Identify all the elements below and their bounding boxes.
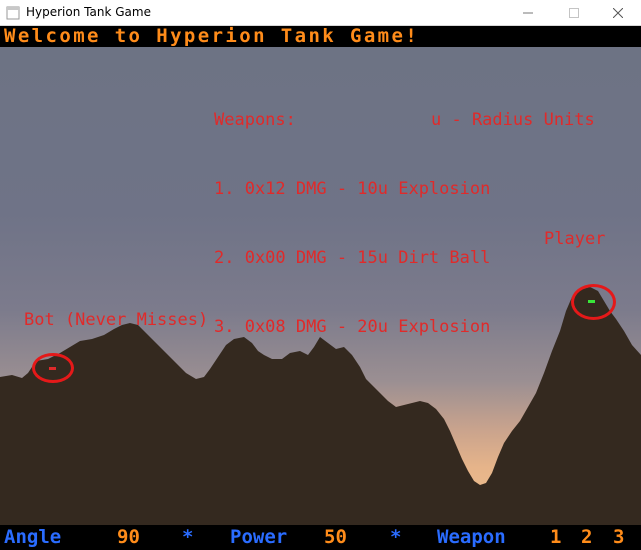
- window-title: Hyperion Tank Game: [26, 5, 151, 19]
- power-value: 50: [324, 526, 347, 548]
- power-label: Power: [230, 526, 288, 548]
- weapon-item: 1. 0x12 DMG - 10u Explosion: [214, 179, 491, 199]
- weapons-title: Weapons:: [214, 110, 296, 130]
- app-icon: [6, 6, 20, 20]
- close-icon: [613, 8, 623, 18]
- angle-value: 90: [117, 526, 140, 548]
- status-bar: Angle 90 * Power 50 * Weapon 1 2 3: [0, 525, 641, 550]
- maximize-icon: [569, 8, 579, 18]
- status-separator: *: [182, 526, 194, 548]
- player-label: Player: [544, 229, 606, 249]
- game-window: Hyperion Tank Game Welcome to Hyperion T…: [0, 0, 641, 550]
- minimize-icon: [523, 12, 533, 14]
- welcome-text: Welcome to Hyperion Tank Game!: [4, 25, 420, 47]
- weapons-panel: Weapons: u - Radius Units 1. 0x12 DMG - 1…: [214, 63, 595, 385]
- units-note: u - Radius Units: [431, 110, 595, 130]
- weapon-label: Weapon: [437, 526, 506, 548]
- welcome-banner: Welcome to Hyperion Tank Game!: [0, 25, 641, 47]
- weapon-item: 2. 0x00 DMG - 15u Dirt Ball: [214, 248, 491, 268]
- weapon-option-2[interactable]: 2: [581, 525, 592, 550]
- close-button[interactable]: [595, 0, 641, 26]
- angle-label: Angle: [4, 526, 62, 548]
- weapon-option-1[interactable]: 1: [550, 525, 561, 550]
- bot-tank: [49, 367, 56, 370]
- weapons-header: Weapons: u - Radius Units: [214, 109, 595, 132]
- status-separator: *: [390, 526, 402, 548]
- weapon-option-3[interactable]: 3: [613, 525, 624, 550]
- bot-label: Bot (Never Misses): [24, 310, 209, 330]
- game-scene[interactable]: Weapons: u - Radius Units 1. 0x12 DMG - 1…: [0, 47, 641, 525]
- title-bar[interactable]: Hyperion Tank Game: [0, 0, 641, 26]
- minimize-button[interactable]: [505, 0, 551, 26]
- weapon-item: 3. 0x08 DMG - 20u Explosion: [214, 317, 491, 337]
- player-tank: [588, 300, 595, 303]
- maximize-button[interactable]: [551, 0, 597, 26]
